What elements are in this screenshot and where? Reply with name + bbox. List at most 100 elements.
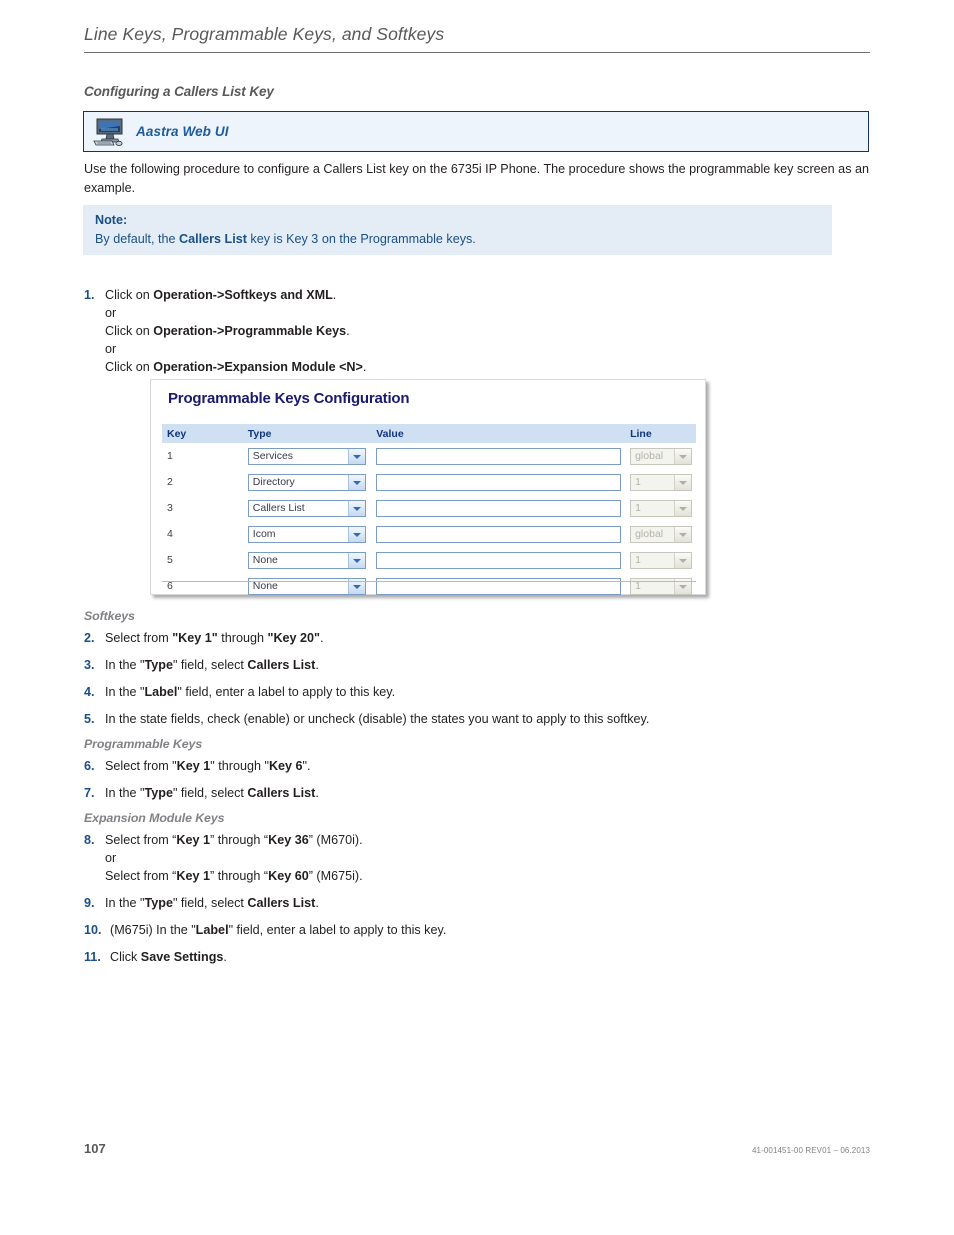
step-10-bold-1: Label [195,923,229,937]
row-key-number: 1 [167,450,173,462]
step-7-text-1: In the " [105,786,145,800]
step-7-bold-2: Callers List [247,786,316,800]
row-value-cell [371,547,625,573]
aastra-web-ui-label: Aastra Web UI [136,124,229,139]
step-1-line-3-bold: Operation->Expansion Module <N> [153,360,363,374]
note-suffix: key is Key 3 on the Programmable keys. [246,232,476,246]
step-9-bold-1: Type [144,896,173,910]
row-key-number: 5 [167,554,173,566]
step-3: 3. In the "Type" field, select Callers L… [84,656,604,674]
note-bold-term: Callers List [179,232,247,246]
step-2: 2. Select from "Key 1" through "Key 20". [84,629,604,647]
step-1-line-3-prefix: Click on [105,360,154,374]
step-8-or: or [105,851,117,865]
row-key-number: 3 [167,502,173,514]
row-value-cell [371,495,625,521]
value-input[interactable] [376,525,622,543]
step-4-number: 4. [84,685,95,699]
value-input[interactable] [376,499,622,517]
screenshot-bottom-rule [162,581,696,582]
type-select-value: Directory [252,475,295,488]
column-header-line: Line [625,424,696,443]
step-3-body: In the "Type" field, select Callers List… [105,656,604,674]
line-select-value: 1 [635,553,641,566]
type-select[interactable]: Directory [247,473,366,491]
step-9-number: 9. [84,896,95,910]
chevron-down-icon [674,526,692,542]
chevron-down-icon [674,474,692,490]
step-1-line-2-suffix: . [346,324,350,338]
line-select: global [630,447,693,465]
step-6-text-2: " through " [210,759,269,773]
chevron-down-icon [347,552,365,568]
step-6-body: Select from "Key 1" through "Key 6". [105,757,604,775]
aastra-web-ui-callout: Aastra Web UI [83,111,869,152]
step-11-text-2: . [223,950,227,964]
sub-heading-programmable-keys: Programmable Keys [84,737,203,751]
step-8-bold-1: Key 1 [176,833,210,847]
step-6-text-3: ". [302,759,311,773]
step-9: 9. In the "Type" field, select Callers L… [84,894,604,912]
value-input[interactable] [376,551,622,569]
sub-heading-expansion-module-keys: Expansion Module Keys [84,811,225,825]
chevron-down-icon [674,448,692,464]
type-select[interactable]: Icom [247,525,366,543]
table-row: 3 Callers List 1 [162,495,696,521]
step-8-line-2: Select from “Key 1” through “Key 60” (M6… [105,867,604,885]
step-3-text-3: . [315,658,319,672]
chevron-down-icon [347,448,365,464]
value-input[interactable] [376,447,622,465]
type-select[interactable]: None [247,551,366,569]
row-line-cell: 1 [625,495,696,521]
row-line-cell: global [625,521,696,547]
note-body: By default, the Callers List key is Key … [95,230,832,249]
step-8-text-5: ” through “ [210,869,269,883]
table-header-row: Key Type Value Line [162,424,696,443]
step-8-text-3: ” (M670i). [308,833,363,847]
line-select-value: 1 [635,501,641,514]
step-9-text-3: . [315,896,319,910]
step-6: 6. Select from "Key 1" through "Key 6". [84,757,604,775]
step-1-line-2: Click on Operation->Programmable Keys. [105,322,604,340]
line-select: 1 [630,473,693,491]
step-4-bold-1: Label [144,685,178,699]
step-6-number: 6. [84,759,95,773]
row-type-cell: Icom [243,521,371,547]
step-3-bold-1: Type [144,658,173,672]
row-key-number: 6 [167,580,173,592]
step-2-bold-2: "Key 20" [267,631,321,645]
step-8-bold-4: Key 60 [268,869,309,883]
step-1-body: Click on Operation->Softkeys and XML. or… [105,286,604,376]
step-5: 5. In the state fields, check (enable) o… [84,710,784,728]
desktop-computer-icon [93,118,123,146]
type-select[interactable]: Services [247,447,366,465]
step-3-text-2: " field, select [172,658,248,672]
sub-heading-softkeys: Softkeys [84,609,135,623]
line-select: 1 [630,499,693,517]
step-8-text-4: Select from “ [105,869,177,883]
step-1-or-2: or [105,342,117,356]
value-input[interactable] [376,473,622,491]
type-select-value: None [252,553,278,566]
type-select[interactable]: Callers List [247,499,366,517]
step-1-line-1: Click on Operation->Softkeys and XML. [105,286,604,304]
running-header-title: Line Keys, Programmable Keys, and Softke… [84,24,445,44]
step-3-text-1: In the " [105,658,145,672]
step-9-text-1: In the " [105,896,145,910]
chevron-down-icon [347,500,365,516]
row-line-cell: 1 [625,573,696,599]
row-key-number: 4 [167,528,173,540]
step-8-bold-2: Key 36 [268,833,309,847]
table-row: 4 Icom global [162,521,696,547]
step-11-body: Click Save Settings. [110,948,604,966]
line-select-value: 1 [635,475,641,488]
step-8-body: Select from “Key 1” through “Key 36” (M6… [105,831,604,885]
row-type-cell: Callers List [243,495,371,521]
table-row: 2 Directory 1 [162,469,696,495]
row-type-cell: Services [243,443,371,469]
row-line-cell: 1 [625,547,696,573]
step-7-text-2: " field, select [172,786,248,800]
step-1-line-3-suffix: . [362,360,367,374]
step-8-bold-3: Key 1 [176,869,210,883]
step-10-text-1: (M675i) In the " [110,923,196,937]
